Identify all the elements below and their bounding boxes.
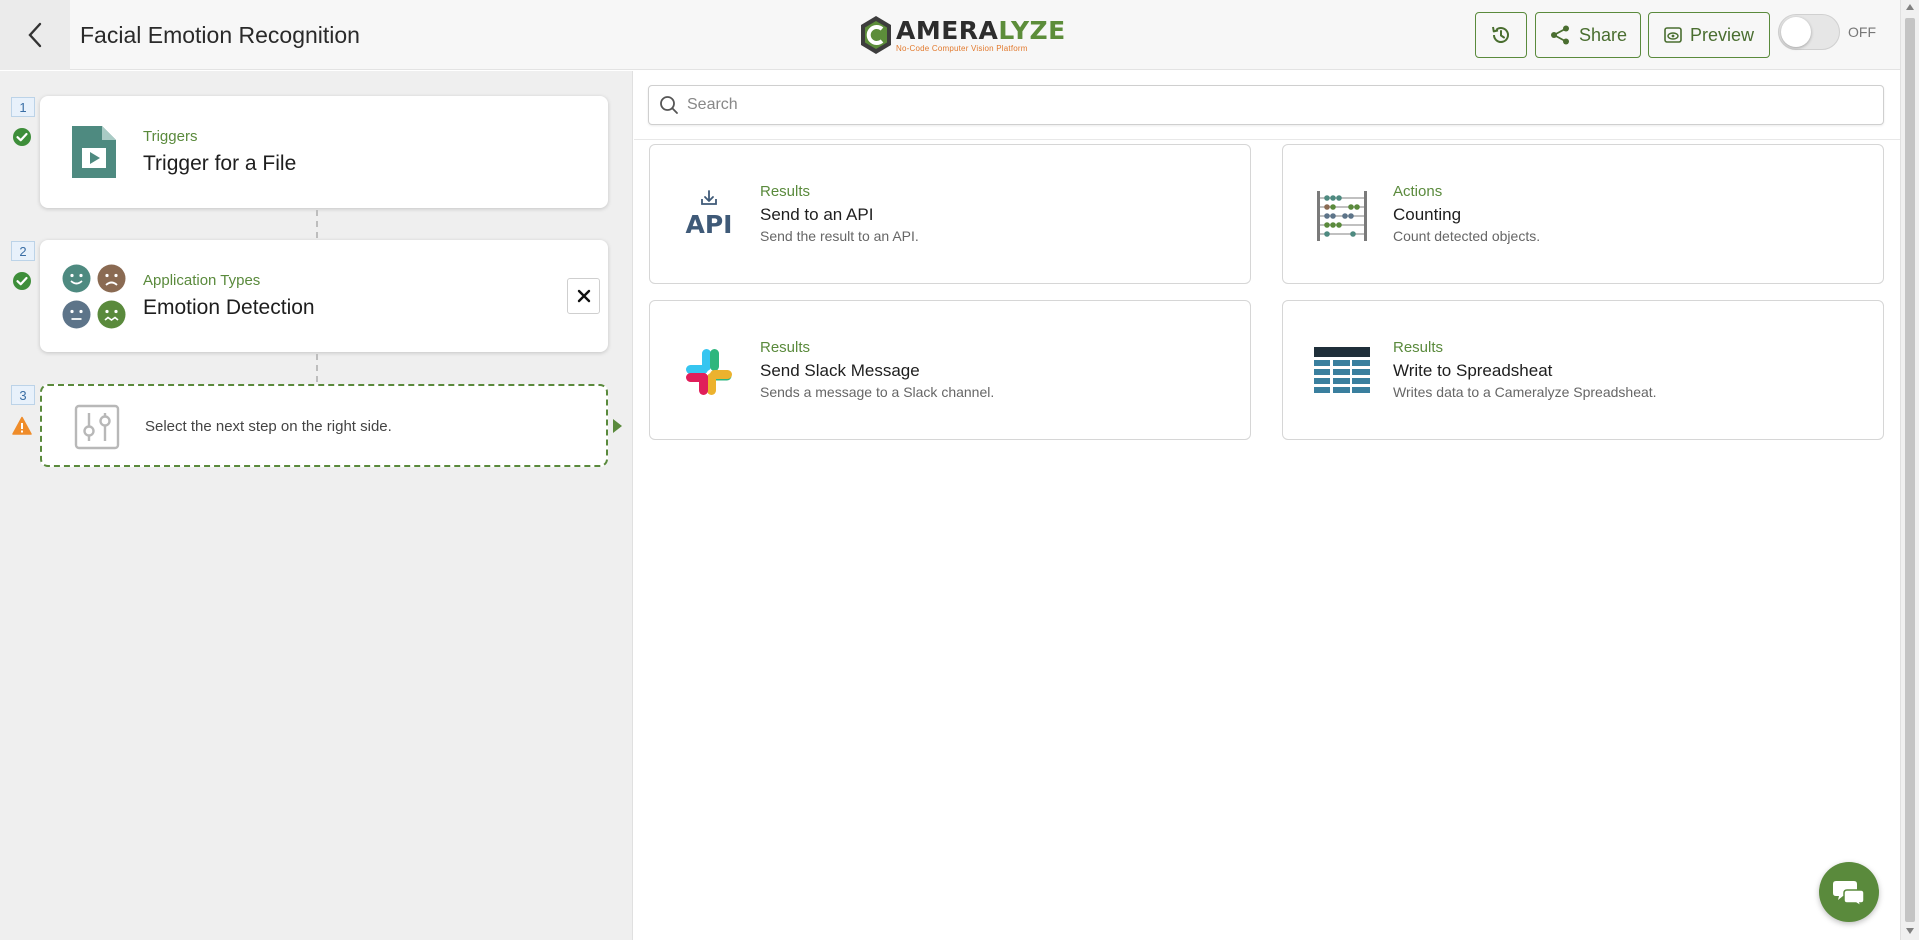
step-number: 1 bbox=[11, 97, 35, 117]
option-description: Count detected objects. bbox=[1393, 228, 1541, 244]
toggle-state-label: OFF bbox=[1848, 24, 1876, 40]
search-icon bbox=[660, 96, 678, 114]
history-button[interactable] bbox=[1475, 12, 1527, 58]
remove-step-button[interactable] bbox=[567, 278, 600, 314]
step-number: 2 bbox=[11, 241, 35, 261]
option-description: Sends a message to a Slack channel. bbox=[760, 384, 995, 400]
check-circle-icon bbox=[13, 128, 31, 146]
sad-face-icon bbox=[97, 264, 126, 293]
toggle-knob bbox=[1781, 17, 1811, 47]
option-description: Send the result to an API. bbox=[760, 228, 919, 244]
page-title: Facial Emotion Recognition bbox=[80, 22, 360, 48]
top-header: Facial Emotion Recognition AMERALYZE No-… bbox=[0, 0, 1900, 70]
option-title: Send to an API bbox=[760, 205, 874, 224]
slack-icon bbox=[686, 349, 732, 395]
step-category: Triggers bbox=[143, 128, 198, 145]
option-send-to-api[interactable]: API Results Send to an API Send the resu… bbox=[649, 144, 1251, 284]
scroll-down-arrow-icon[interactable] bbox=[1906, 928, 1914, 934]
option-category: Results bbox=[760, 183, 811, 200]
step-card-trigger[interactable]: Triggers Trigger for a File bbox=[40, 96, 608, 208]
share-label: Share bbox=[1578, 24, 1628, 45]
option-title: Send Slack Message bbox=[760, 361, 920, 380]
neutral-face-icon bbox=[62, 300, 91, 329]
option-category: Results bbox=[760, 339, 811, 356]
history-icon bbox=[1492, 26, 1509, 43]
step-category: Application Types bbox=[143, 272, 261, 289]
check-circle-icon bbox=[13, 272, 31, 290]
support-chat-button[interactable] bbox=[1819, 862, 1879, 922]
cameralyze-logo: AMERALYZE No-Code Computer Vision Platfo… bbox=[860, 14, 1066, 56]
step-connector bbox=[316, 354, 318, 382]
step-connector bbox=[316, 210, 318, 238]
step-title: Trigger for a File bbox=[143, 152, 297, 175]
disgust-face-icon bbox=[97, 300, 126, 329]
close-icon bbox=[577, 289, 590, 303]
option-send-slack-message[interactable]: Results Send Slack Message Sends a messa… bbox=[649, 300, 1251, 440]
share-icon bbox=[1550, 25, 1569, 45]
search-bar bbox=[648, 85, 1884, 125]
logo-wordmark: AMERALYZE bbox=[896, 15, 1066, 45]
option-category: Results bbox=[1393, 339, 1444, 356]
search-input[interactable] bbox=[687, 96, 1837, 114]
next-step-prompt: Select the next step on the right side. bbox=[145, 418, 392, 435]
share-button[interactable]: Share bbox=[1535, 12, 1641, 58]
step-number: 3 bbox=[11, 385, 35, 405]
option-title: Write to Spreadsheat bbox=[1393, 361, 1553, 380]
option-write-to-spreadsheat[interactable]: Results Write to Spreadsheat Writes data… bbox=[1282, 300, 1884, 440]
logo-tagline: No-Code Computer Vision Platform bbox=[896, 43, 1028, 53]
option-description: Writes data to a Cameralyze Spreadsheat. bbox=[1393, 384, 1657, 400]
chevron-left-icon bbox=[28, 22, 42, 48]
emotion-faces-icon bbox=[62, 264, 128, 330]
option-title: Counting bbox=[1393, 205, 1462, 224]
option-category: Actions bbox=[1393, 183, 1443, 200]
options-panel: API Results Send to an API Send the resu… bbox=[634, 71, 1900, 940]
logo-mark-icon bbox=[861, 16, 891, 54]
pointer-right-icon bbox=[613, 419, 622, 433]
page-scrollbar[interactable] bbox=[1900, 0, 1919, 940]
preview-eye-icon bbox=[1664, 27, 1682, 43]
preview-label: Preview bbox=[1689, 24, 1755, 45]
warning-icon bbox=[12, 416, 32, 435]
step-card-application[interactable]: Application Types Emotion Detection bbox=[40, 240, 608, 352]
step-title: Emotion Detection bbox=[143, 296, 315, 319]
activation-toggle[interactable] bbox=[1778, 14, 1840, 50]
scroll-thumb[interactable] bbox=[1905, 18, 1915, 922]
step-card-next-placeholder[interactable]: Select the next step on the right side. bbox=[40, 384, 608, 467]
preview-button[interactable]: Preview bbox=[1648, 12, 1770, 58]
search-divider bbox=[634, 139, 1900, 140]
back-button[interactable] bbox=[0, 0, 70, 70]
sliders-icon bbox=[74, 404, 120, 450]
option-counting[interactable]: Actions Counting Count detected objects. bbox=[1282, 144, 1884, 284]
chat-bubbles-icon bbox=[1833, 881, 1865, 906]
video-file-icon bbox=[72, 126, 116, 178]
api-icon: API bbox=[686, 190, 733, 239]
api-icon-text: API bbox=[686, 210, 733, 239]
workflow-panel: 1 Triggers Trigger for a File 2 Applicat… bbox=[0, 71, 633, 940]
happy-face-icon bbox=[62, 264, 91, 293]
abacus-icon bbox=[1317, 191, 1367, 241]
scroll-up-arrow-icon[interactable] bbox=[1906, 4, 1914, 10]
spreadsheet-icon bbox=[1314, 347, 1370, 393]
